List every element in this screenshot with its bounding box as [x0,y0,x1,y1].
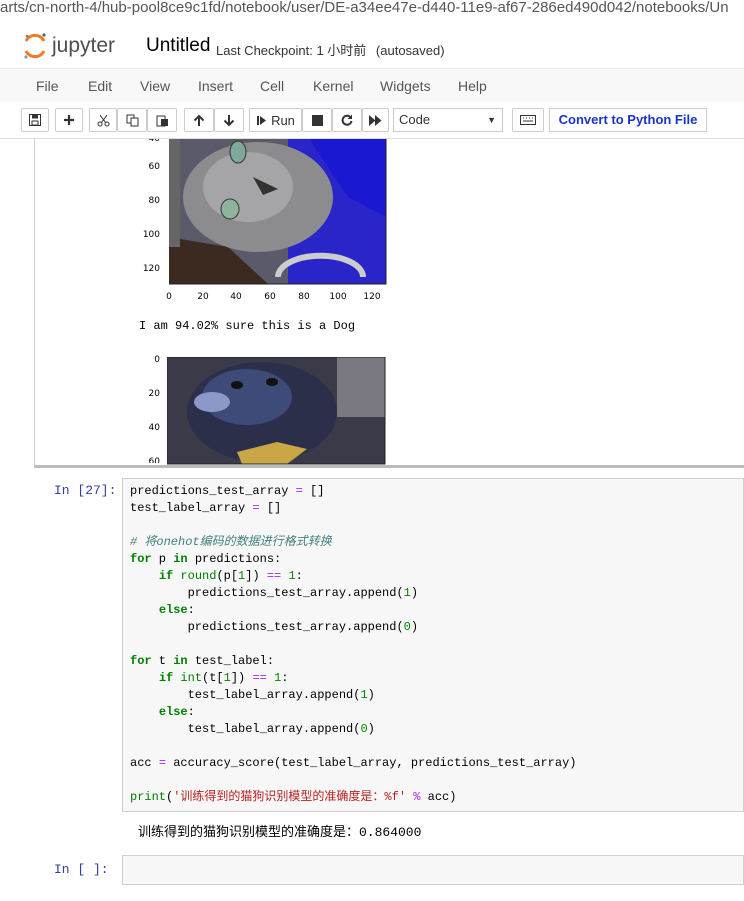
menu-view[interactable]: View [140,78,170,94]
jupyter-logo-text: jupyter [51,34,115,57]
checkpoint-status: Last Checkpoint: 1 小时前 (autosaved) [216,40,445,59]
output-cell: 40 60 80 100 120 0 20 40 60 80 100 120 I… [34,139,744,468]
menu-help[interactable]: Help [458,78,487,94]
dog-image-plot [167,357,386,465]
x-tick: 120 [363,292,380,302]
x-tick: 60 [264,292,276,302]
plus-icon [64,115,74,125]
y-tick: 40 [149,139,161,144]
autosaved-status: (autosaved) [375,43,445,58]
paste-button[interactable] [147,108,177,132]
y-tick: 0 [154,355,160,365]
y-tick: 20 [149,389,161,399]
plot1-y-axis: 40 60 80 100 120 [143,139,161,274]
notebook-container: 40 60 80 100 120 0 20 40 60 80 100 120 I… [0,139,744,901]
step-forward-icon [257,115,267,125]
menu-kernel[interactable]: Kernel [313,78,353,94]
dog-image [167,357,385,464]
prediction-output: I am 94.02% sure this is a Dog [139,319,356,333]
plot2-y-axis: 0 20 40 60 [149,355,161,463]
x-tick: 100 [329,292,346,302]
x-tick: 0 [166,292,172,302]
cell-type-select[interactable]: Code ▼ [393,108,503,132]
print-string: '训练得到的猫狗识别模型的准确度是：%f' [173,790,407,804]
add-cell-button[interactable] [55,108,83,132]
plot1-x-axis: 0 20 40 60 80 100 120 [166,292,381,302]
refresh-icon [341,114,353,126]
stop-icon [311,114,323,126]
code-cell-editor[interactable]: predictions_test_array = [] test_label_a… [122,478,744,812]
keyboard-icon [520,115,536,125]
move-up-button[interactable] [184,108,214,132]
x-tick: 40 [230,292,242,302]
copy-button[interactable] [117,108,147,132]
cat-image-plot [169,139,387,285]
run-label: Run [271,112,295,128]
jupyter-logo[interactable]: jupyter [22,32,137,60]
code-comment: # 将onehot编码的数据进行格式转换 [130,535,332,549]
x-tick: 20 [197,292,209,302]
run-button[interactable]: Run [249,108,302,132]
cat-image [169,139,386,284]
y-tick: 60 [149,457,161,463]
menubar: File Edit View Insert Cell Kernel Widget… [0,70,744,103]
menu-edit[interactable]: Edit [88,78,112,94]
cut-button[interactable] [89,108,117,132]
notebook-header: jupyter Untitled Last Checkpoint: 1 小时前 … [0,20,744,69]
convert-to-python-button[interactable]: Convert to Python File [549,108,707,132]
menu-widgets[interactable]: Widgets [380,78,431,94]
scissors-icon [97,114,109,126]
save-button[interactable] [21,108,49,132]
move-down-button[interactable] [214,108,244,132]
command-palette-button[interactable] [512,108,544,132]
empty-code-cell[interactable] [122,855,744,885]
checkpoint-text: Last Checkpoint: 1 小时前 [216,43,367,58]
notebook-title[interactable]: Untitled [146,35,210,57]
y-tick: 80 [149,196,161,206]
arrow-down-icon [223,114,235,126]
paste-icon [156,115,168,126]
interrupt-button[interactable] [302,108,332,132]
arrow-up-icon [193,114,205,126]
y-tick: 100 [143,230,160,240]
copy-icon [126,114,138,126]
menu-insert[interactable]: Insert [198,78,233,94]
browser-url-bar[interactable]: arts/cn-north-4/hub-pool8ce9c1fd/noteboo… [0,0,744,18]
empty-cell-prompt: In [ ]: [54,862,109,877]
save-icon [29,114,41,126]
code-content: predictions_test_array = [] test_label_a… [130,484,577,804]
cell-type-value: Code [399,112,431,127]
restart-button[interactable] [332,108,362,132]
y-tick: 60 [149,162,161,172]
run-all-button[interactable] [362,108,389,132]
chevron-down-icon: ▼ [487,115,496,125]
y-tick: 40 [149,423,161,433]
menu-file[interactable]: File [36,78,59,94]
cell-output-text: 训练得到的猫狗识别模型的准确度是：0.864000 [138,825,422,840]
fast-forward-icon [369,114,382,126]
toolbar: Run Code ▼ Convert to Python File [0,102,744,139]
y-tick: 120 [143,264,160,274]
menu-cell[interactable]: Cell [260,78,284,94]
x-tick: 80 [298,292,310,302]
code-cell-prompt: In [27]: [54,483,117,498]
